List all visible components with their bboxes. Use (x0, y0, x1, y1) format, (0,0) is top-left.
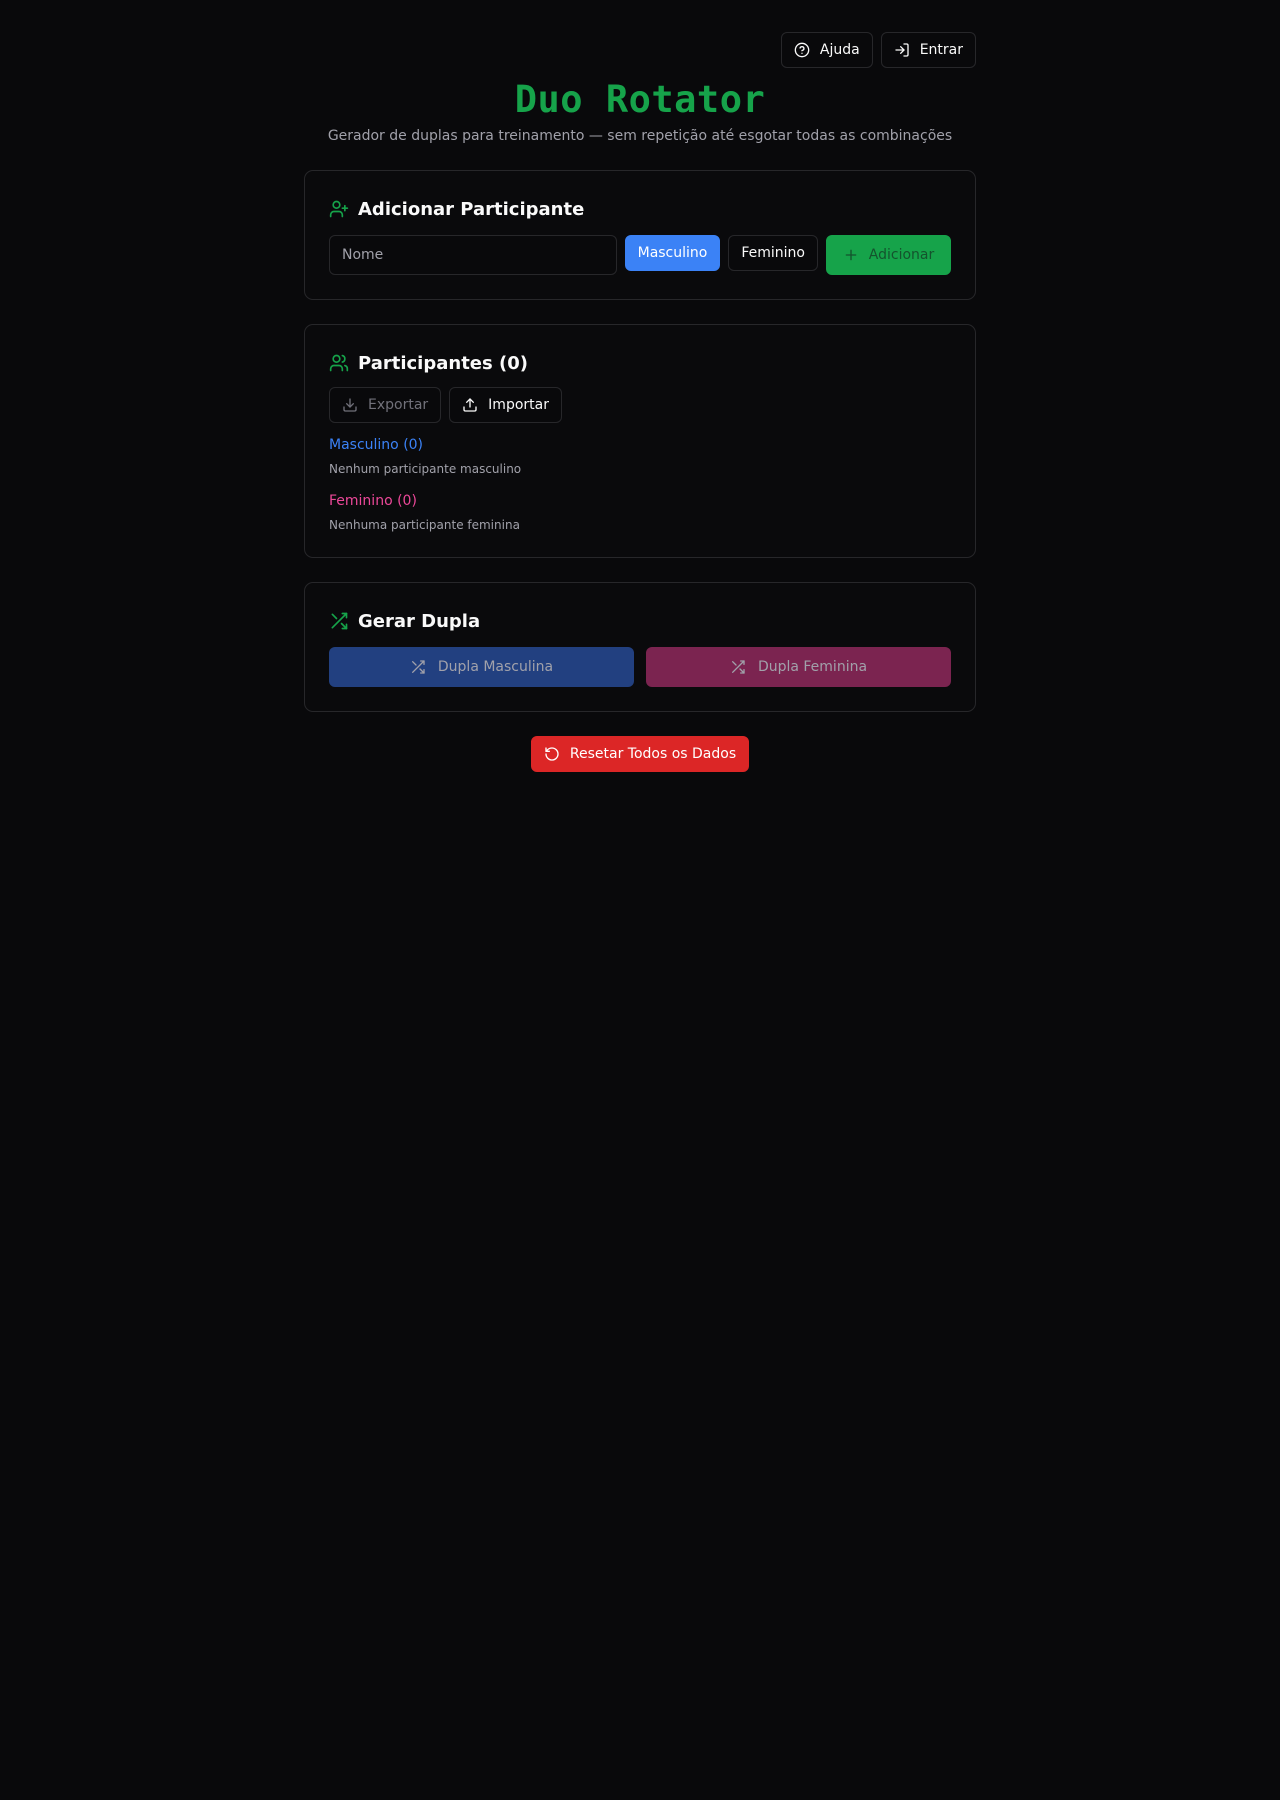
gender-male-button[interactable]: Masculino (624, 235, 721, 271)
download-icon (343, 398, 357, 412)
generate-pair-card: Gerar Dupla Dupla Masculina Dupla Femini… (304, 582, 976, 712)
reset-row: Resetar Todos os Dados (304, 736, 976, 772)
shuffle-icon (731, 660, 745, 674)
page-header: Duo Rotator Gerador de duplas para trein… (304, 78, 976, 146)
male-empty-text: Nenhum participante masculino (329, 462, 522, 476)
add-participant-button[interactable]: Adicionar (826, 235, 951, 275)
shuffle-icon (411, 660, 425, 674)
generate-pair-title: Gerar Dupla (358, 610, 481, 632)
female-empty-text: Nenhuma participante feminina (329, 518, 520, 532)
female-pair-button-label: Dupla Feminina (757, 659, 868, 675)
shuffle-icon (331, 612, 348, 630)
add-participant-button-label: Adicionar (868, 247, 935, 263)
help-circle-icon (794, 42, 810, 58)
help-button[interactable]: Ajuda (780, 32, 873, 68)
export-button-label: Exportar (368, 397, 429, 413)
participants-title: Participantes (0) (358, 352, 528, 374)
add-participant-form: Masculino Feminino Adicionar (329, 235, 951, 275)
generate-buttons-row: Dupla Masculina Dupla Feminina (329, 647, 951, 687)
add-participant-card: Adicionar Participante Masculino Feminin… (304, 170, 976, 300)
participants-heading: Participantes (0) (329, 349, 951, 377)
help-button-label: Ajuda (819, 42, 860, 58)
male-group-label: Masculino (0) (329, 437, 424, 453)
login-button[interactable]: Entrar (880, 32, 976, 68)
gender-female-button[interactable]: Feminino (728, 235, 818, 271)
import-export-row: Exportar Importar (329, 387, 951, 423)
add-participant-heading: Adicionar Participante (329, 195, 951, 223)
rotate-ccw-icon (545, 747, 559, 761)
generate-pair-heading: Gerar Dupla (329, 607, 951, 635)
participants-card: Participantes (0) Exportar Importar Masc… (304, 324, 976, 558)
upload-icon (463, 398, 477, 412)
top-toolbar: Ajuda Entrar (304, 32, 976, 68)
import-button[interactable]: Importar (449, 387, 562, 423)
male-pair-button-label: Dupla Masculina (437, 659, 554, 675)
export-button[interactable]: Exportar (329, 387, 442, 423)
log-in-icon (895, 43, 909, 57)
female-pair-button[interactable]: Dupla Feminina (646, 647, 951, 687)
page-title: Duo Rotator (514, 78, 766, 121)
male-pair-button[interactable]: Dupla Masculina (329, 647, 634, 687)
reset-all-button-label: Resetar Todos os Dados (569, 746, 737, 762)
plus-icon (845, 249, 857, 261)
import-button-label: Importar (488, 397, 549, 413)
name-input[interactable] (329, 235, 617, 275)
user-plus-icon (329, 200, 349, 218)
reset-all-button[interactable]: Resetar Todos os Dados (530, 736, 750, 772)
page-subtitle: Gerador de duplas para treinamento — sem… (327, 128, 953, 144)
app-container: Ajuda Entrar Duo Rotator Gerador de dupl… (304, 0, 976, 772)
login-button-label: Entrar (919, 42, 963, 58)
add-participant-title: Adicionar Participante (358, 198, 585, 220)
female-group-label: Feminino (0) (329, 493, 417, 509)
users-icon (329, 354, 349, 372)
